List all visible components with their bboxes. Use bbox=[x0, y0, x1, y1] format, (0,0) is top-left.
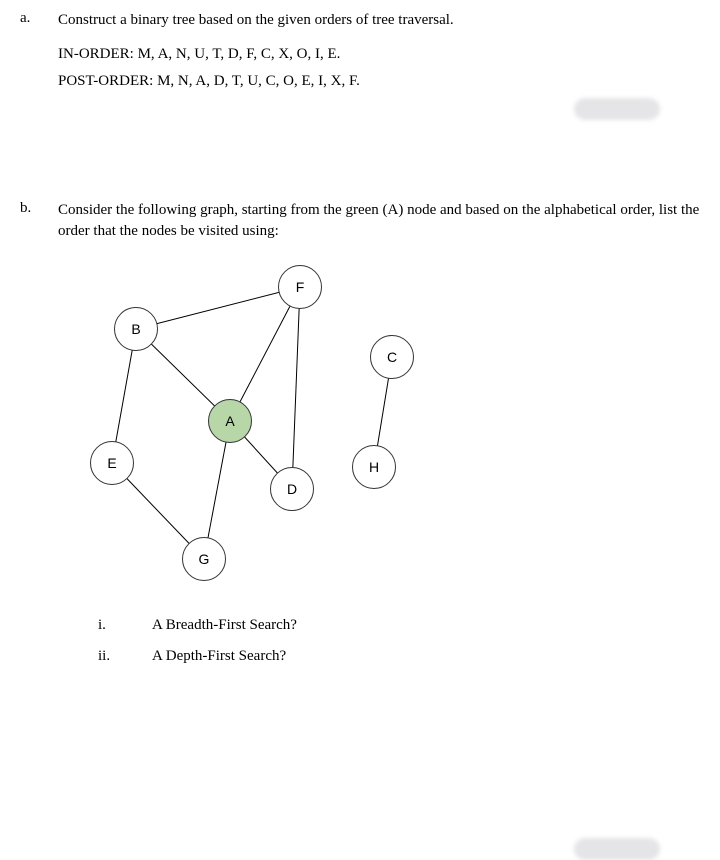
post-order-line: POST-ORDER: M, N, A, D, T, U, C, O, E, I… bbox=[58, 73, 700, 90]
sub-question-ii: ii. A Depth-First Search? bbox=[98, 648, 700, 665]
question-b-marker: b. bbox=[20, 200, 50, 217]
question-a: a. Construct a binary tree based on the … bbox=[20, 10, 700, 90]
sub-ii-text: A Depth-First Search? bbox=[152, 648, 286, 665]
in-order-label: IN-ORDER: bbox=[58, 46, 134, 62]
in-order-values: M, A, N, U, T, D, F, C, X, O, I, E. bbox=[138, 46, 341, 62]
graph-node-d: D bbox=[270, 467, 314, 511]
question-a-marker: a. bbox=[20, 10, 50, 27]
graph-node-e: E bbox=[90, 441, 134, 485]
graph-node-h: H bbox=[352, 445, 396, 489]
graph-node-b: B bbox=[114, 307, 158, 351]
sub-i-text: A Breadth-First Search? bbox=[152, 617, 297, 634]
post-order-label: POST-ORDER: bbox=[58, 73, 153, 89]
graph-node-f: F bbox=[278, 265, 322, 309]
post-order-values: M, N, A, D, T, U, C, O, E, I, X, F. bbox=[157, 73, 360, 89]
graph-node-g: G bbox=[182, 537, 226, 581]
redaction-mark bbox=[574, 838, 660, 860]
sub-i-marker: i. bbox=[98, 617, 122, 634]
question-b-content: Consider the following graph, starting f… bbox=[58, 200, 700, 665]
in-order-line: IN-ORDER: M, A, N, U, T, D, F, C, X, O, … bbox=[58, 46, 700, 63]
graph-node-c: C bbox=[370, 335, 414, 379]
question-a-prompt: Construct a binary tree based on the giv… bbox=[58, 10, 700, 30]
question-b-prompt: Consider the following graph, starting f… bbox=[58, 200, 700, 241]
graph-diagram: B F C A E H D G bbox=[54, 257, 434, 597]
sub-ii-marker: ii. bbox=[98, 648, 122, 665]
question-a-content: Construct a binary tree based on the giv… bbox=[58, 10, 700, 90]
graph-node-a: A bbox=[208, 399, 252, 443]
redaction-mark bbox=[574, 98, 660, 120]
question-b: b. Consider the following graph, startin… bbox=[20, 200, 700, 665]
sub-questions: i. A Breadth-First Search? ii. A Depth-F… bbox=[98, 617, 700, 665]
sub-question-i: i. A Breadth-First Search? bbox=[98, 617, 700, 634]
